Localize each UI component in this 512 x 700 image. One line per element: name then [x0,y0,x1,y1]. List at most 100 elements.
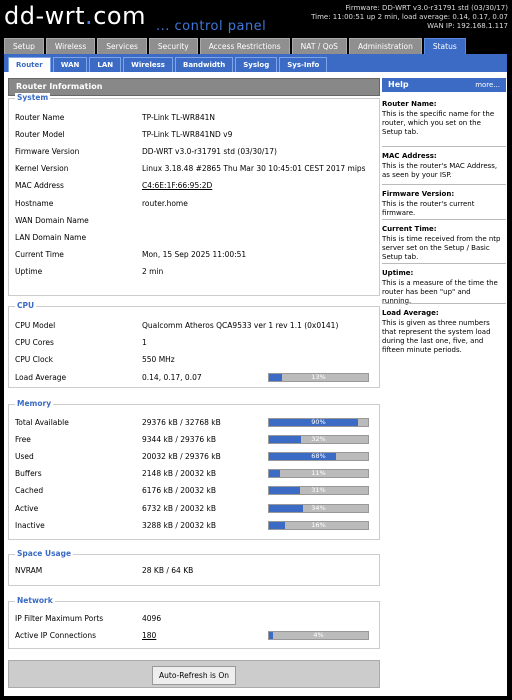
sub-tabs: Router WAN LAN Wireless Bandwidth Syslog Sys-I… [8,57,328,73]
info-row: NVRAM 28 KB / 64 KB [15,564,375,578]
auto-refresh-button[interactable]: Auto-Refresh is On [152,666,236,685]
help-item-title: Firmware Version: [382,190,455,198]
content-area: Router Information System Router Name TP-… [4,72,507,696]
info-row: Total Available 29376 kB / 32768 kB 90% [15,416,375,430]
usage-percent: 32% [311,435,326,444]
help-item-text: This is the specific name for the router… [382,110,495,136]
row-label: Used [15,452,34,462]
row-value: 20032 kB / 29376 kB [142,452,221,462]
tab-administration[interactable]: Administration [348,38,422,54]
tab-security[interactable]: Security [148,38,198,54]
usage-bar: 4% [268,631,369,640]
usage-bar: 32% [268,435,369,445]
row-value: 1 [142,338,147,348]
info-row: Router Model TP-Link TL-WR841ND v9 [15,128,375,142]
row-value: router.home [142,198,188,208]
usage-percent: 68% [311,452,326,461]
info-row: Active 6732 kB / 20032 kB 34% [15,502,375,516]
subtab-syslog[interactable]: Syslog [235,57,278,73]
tab-wireless[interactable]: Wireless [45,38,96,54]
usage-percent: 90% [311,418,326,426]
help-item-title: Router Name: [382,100,437,108]
row-value: 2148 kB / 20032 kB [142,469,216,479]
row-value: 6176 kB / 20032 kB [142,486,216,496]
row-label: Hostname [15,198,54,208]
usage-percent: 11% [311,469,326,478]
cpu-section: CPU CPU Model Qualcomm Atheros QCA9533 ve… [8,301,380,388]
subtab-lan[interactable]: LAN [89,57,122,73]
row-label: IP Filter Maximum Ports [15,614,104,623]
info-row: Inactive 3288 kB / 20032 kB 16% [15,519,375,533]
info-row: Active IP Connections 180 4% [15,629,375,643]
help-item-text: This is given as three numbers that repr… [382,319,491,354]
help-item: Router Name: This is the specific name fo… [382,100,502,137]
help-title-bar: Help more... [382,78,506,92]
row-label: LAN Domain Name [15,232,87,242]
tab-services[interactable]: Services [97,38,147,54]
row-value[interactable]: C4:6E:1F:66:95:2D [142,179,212,193]
usage-bar: 68% [268,452,369,462]
help-item-text: This is a measure of the time the router… [382,279,498,305]
row-value[interactable]: 180 [142,629,156,643]
help-item: Uptime: This is a measure of the time the… [382,269,502,306]
usage-percent: 13% [311,372,326,381]
usage-bar: 90% [268,418,369,427]
info-row: CPU Cores 1 [15,336,375,350]
row-label: Free [15,435,31,445]
time-text: Time: 11:00:51 up 2 min, load average: 0… [311,13,508,21]
usage-percent: 34% [311,503,326,512]
subtab-wan[interactable]: WAN [52,57,88,73]
row-value: 550 MHz [142,355,175,365]
row-label: Load Average [15,372,67,382]
subtab-bandwidth[interactable]: Bandwidth [174,57,234,73]
help-separator [382,303,506,304]
row-value: 0.14, 0.17, 0.07 [142,372,202,382]
help-separator [382,146,506,147]
help-more-link[interactable]: more... [475,78,500,92]
help-item: Load Average: This is given as three numb… [382,309,502,355]
row-value: TP-Link TL-WR841N [142,113,215,122]
row-value: 29376 kB / 32768 kB [142,418,221,427]
info-row: Uptime 2 min [15,265,375,279]
help-separator [382,263,506,264]
memory-section: Memory Total Available 29376 kB / 32768 k… [8,399,380,540]
help-separator [382,219,506,220]
help-item: Firmware Version: This is the router's cu… [382,190,502,218]
firmware-text: Firmware: DD-WRT v3.0-r31791 std (03/30/… [345,4,508,12]
header: dd-wrt.com ... control panel Firmware: D… [0,0,512,40]
system-section: System Router Name TP-Link TL-WR841N Route… [8,93,380,296]
memory-legend: Memory [15,399,54,408]
info-row: Kernel Version Linux 3.18.48 #2865 Thu Ma… [15,162,375,176]
sub-tabs-bar: Router WAN LAN Wireless Bandwidth Syslog Sys-I… [4,54,507,73]
usage-bar: 13% [268,372,369,382]
row-value: TP-Link TL-WR841ND v9 [142,130,233,140]
tab-status[interactable]: Status [423,38,466,54]
usage-percent: 4% [313,631,324,639]
subtab-wireless[interactable]: Wireless [123,57,173,73]
logo-dot: . [85,2,94,30]
row-label: NVRAM [15,566,43,575]
row-label: CPU Clock [15,355,54,365]
row-label: WAN Domain Name [15,215,89,225]
subtab-sys-info[interactable]: Sys-Info [279,57,328,73]
wan-ip-text: WAN IP: 192.168.1.117 [427,22,508,30]
row-value: 3288 kB / 20032 kB [142,520,216,530]
help-item-text: This is time received from the ntp serve… [382,235,501,261]
info-row: Current Time Mon, 15 Sep 2025 11:00:51 [15,248,375,262]
tab-setup[interactable]: Setup [4,38,44,54]
system-legend: System [15,93,51,102]
info-row: Hostname router.home [15,197,375,211]
tab-nat-qos[interactable]: NAT / QoS [291,38,347,54]
tab-access-restrictions[interactable]: Access Restrictions [199,38,290,54]
logo[interactable]: dd-wrt.com [4,2,146,30]
subtab-router[interactable]: Router [8,57,51,73]
help-item: MAC Address: This is the router's MAC Add… [382,152,502,180]
cpu-legend: CPU [15,301,37,310]
row-label: Buffers [15,469,42,479]
row-value: 4096 [142,614,162,623]
usage-bar: 31% [268,486,369,496]
row-label: Active IP Connections [15,631,97,640]
info-row: IP Filter Maximum Ports 4096 [15,612,375,626]
info-row: LAN Domain Name [15,231,375,245]
help-item-text: This is the router's current firmware. [382,200,475,217]
